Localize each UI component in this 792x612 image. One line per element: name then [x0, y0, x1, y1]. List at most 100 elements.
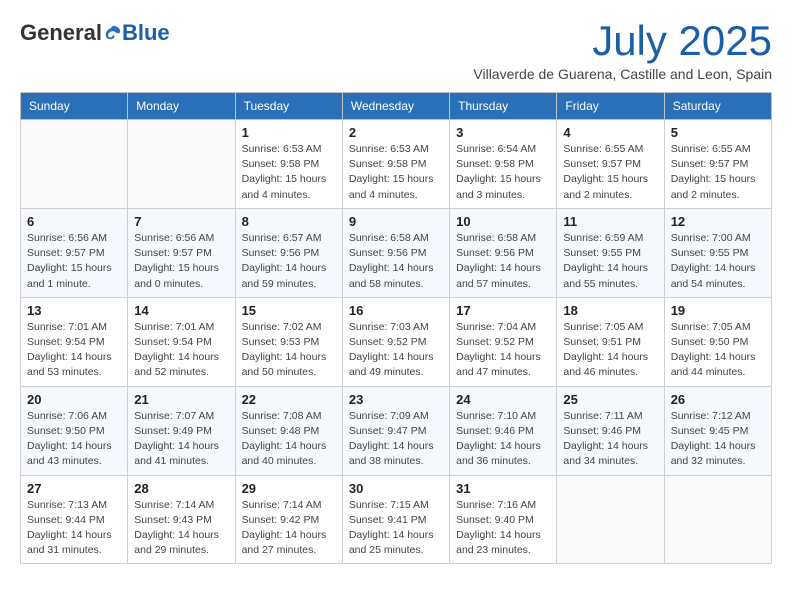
day-info: Sunrise: 6:56 AM Sunset: 9:57 PM Dayligh…	[27, 231, 121, 292]
day-info: Sunrise: 6:58 AM Sunset: 9:56 PM Dayligh…	[456, 231, 550, 292]
day-info: Sunrise: 6:56 AM Sunset: 9:57 PM Dayligh…	[134, 231, 228, 292]
day-number: 19	[671, 303, 765, 318]
day-info: Sunrise: 7:05 AM Sunset: 9:50 PM Dayligh…	[671, 320, 765, 381]
day-info: Sunrise: 7:10 AM Sunset: 9:46 PM Dayligh…	[456, 409, 550, 470]
day-number: 9	[349, 214, 443, 229]
day-number: 18	[563, 303, 657, 318]
logo-blue-text: Blue	[122, 20, 170, 46]
day-info: Sunrise: 7:13 AM Sunset: 9:44 PM Dayligh…	[27, 498, 121, 559]
calendar-cell: 31 Sunrise: 7:16 AM Sunset: 9:40 PM Dayli…	[450, 475, 557, 564]
day-number: 26	[671, 392, 765, 407]
day-number: 7	[134, 214, 228, 229]
calendar-cell: 30Sunrise: 7:15 AM Sunset: 9:41 PM Dayli…	[342, 475, 449, 564]
calendar-cell: 10 Sunrise: 6:58 AM Sunset: 9:56 PM Dayli…	[450, 208, 557, 297]
logo: General Blue	[20, 20, 170, 46]
weekday-header-tuesday: Tuesday	[235, 93, 342, 120]
logo-general-text: General	[20, 20, 102, 46]
weekday-header-wednesday: Wednesday	[342, 93, 449, 120]
calendar-week-row: 27 Sunrise: 7:13 AM Sunset: 9:44 PM Dayli…	[21, 475, 772, 564]
calendar-cell: 1 Sunrise: 6:53 AM Sunset: 9:58 PM Daylig…	[235, 120, 342, 209]
calendar-cell: 3 Sunrise: 6:54 AM Sunset: 9:58 PM Daylig…	[450, 120, 557, 209]
calendar-cell: 19 Sunrise: 7:05 AM Sunset: 9:50 PM Dayli…	[664, 297, 771, 386]
day-number: 14	[134, 303, 228, 318]
calendar-week-row: 13Sunrise: 7:01 AM Sunset: 9:54 PM Dayli…	[21, 297, 772, 386]
day-number: 16	[349, 303, 443, 318]
day-info: Sunrise: 7:04 AM Sunset: 9:52 PM Dayligh…	[456, 320, 550, 381]
day-number: 12	[671, 214, 765, 229]
day-number: 22	[242, 392, 336, 407]
day-info: Sunrise: 6:57 AM Sunset: 9:56 PM Dayligh…	[242, 231, 336, 292]
day-number: 15	[242, 303, 336, 318]
day-info: Sunrise: 6:53 AM Sunset: 9:58 PM Dayligh…	[349, 142, 443, 203]
day-info: Sunrise: 7:07 AM Sunset: 9:49 PM Dayligh…	[134, 409, 228, 470]
day-info: Sunrise: 7:12 AM Sunset: 9:45 PM Dayligh…	[671, 409, 765, 470]
calendar-header-row: SundayMondayTuesdayWednesdayThursdayFrid…	[21, 93, 772, 120]
calendar-table: SundayMondayTuesdayWednesdayThursdayFrid…	[20, 92, 772, 564]
page-header: General Blue July 2025 Villaverde de Gua…	[20, 20, 772, 82]
day-info: Sunrise: 6:55 AM Sunset: 9:57 PM Dayligh…	[563, 142, 657, 203]
day-info: Sunrise: 7:00 AM Sunset: 9:55 PM Dayligh…	[671, 231, 765, 292]
day-info: Sunrise: 7:06 AM Sunset: 9:50 PM Dayligh…	[27, 409, 121, 470]
weekday-header-saturday: Saturday	[664, 93, 771, 120]
location-subtitle: Villaverde de Guarena, Castille and Leon…	[473, 66, 772, 82]
calendar-week-row: 6 Sunrise: 6:56 AM Sunset: 9:57 PM Daylig…	[21, 208, 772, 297]
day-number: 31	[456, 481, 550, 496]
calendar-cell: 18 Sunrise: 7:05 AM Sunset: 9:51 PM Dayli…	[557, 297, 664, 386]
calendar-cell: 8 Sunrise: 6:57 AM Sunset: 9:56 PM Daylig…	[235, 208, 342, 297]
day-info: Sunrise: 7:01 AM Sunset: 9:54 PM Dayligh…	[27, 320, 121, 381]
day-info: Sunrise: 6:55 AM Sunset: 9:57 PM Dayligh…	[671, 142, 765, 203]
day-number: 21	[134, 392, 228, 407]
calendar-cell: 23 Sunrise: 7:09 AM Sunset: 9:47 PM Dayli…	[342, 386, 449, 475]
day-number: 27	[27, 481, 121, 496]
calendar-week-row: 1 Sunrise: 6:53 AM Sunset: 9:58 PM Daylig…	[21, 120, 772, 209]
day-number: 25	[563, 392, 657, 407]
calendar-cell: 14Sunrise: 7:01 AM Sunset: 9:54 PM Dayli…	[128, 297, 235, 386]
day-number: 24	[456, 392, 550, 407]
day-number: 2	[349, 125, 443, 140]
calendar-cell: 25 Sunrise: 7:11 AM Sunset: 9:46 PM Dayli…	[557, 386, 664, 475]
day-info: Sunrise: 6:58 AM Sunset: 9:56 PM Dayligh…	[349, 231, 443, 292]
calendar-cell: 26 Sunrise: 7:12 AM Sunset: 9:45 PM Dayli…	[664, 386, 771, 475]
day-info: Sunrise: 7:08 AM Sunset: 9:48 PM Dayligh…	[242, 409, 336, 470]
day-number: 8	[242, 214, 336, 229]
calendar-cell: 24 Sunrise: 7:10 AM Sunset: 9:46 PM Dayli…	[450, 386, 557, 475]
day-info: Sunrise: 7:14 AM Sunset: 9:42 PM Dayligh…	[242, 498, 336, 559]
calendar-cell: 4 Sunrise: 6:55 AM Sunset: 9:57 PM Daylig…	[557, 120, 664, 209]
calendar-cell: 27 Sunrise: 7:13 AM Sunset: 9:44 PM Dayli…	[21, 475, 128, 564]
day-number: 3	[456, 125, 550, 140]
weekday-header-thursday: Thursday	[450, 93, 557, 120]
calendar-cell	[128, 120, 235, 209]
weekday-header-monday: Monday	[128, 93, 235, 120]
calendar-cell: 17 Sunrise: 7:04 AM Sunset: 9:52 PM Dayli…	[450, 297, 557, 386]
day-info: Sunrise: 6:59 AM Sunset: 9:55 PM Dayligh…	[563, 231, 657, 292]
day-number: 6	[27, 214, 121, 229]
day-number: 11	[563, 214, 657, 229]
day-info: Sunrise: 7:14 AM Sunset: 9:43 PM Dayligh…	[134, 498, 228, 559]
weekday-header-sunday: Sunday	[21, 93, 128, 120]
day-info: Sunrise: 7:02 AM Sunset: 9:53 PM Dayligh…	[242, 320, 336, 381]
day-number: 30	[349, 481, 443, 496]
day-number: 23	[349, 392, 443, 407]
calendar-cell: 16Sunrise: 7:03 AM Sunset: 9:52 PM Dayli…	[342, 297, 449, 386]
calendar-cell: 12 Sunrise: 7:00 AM Sunset: 9:55 PM Dayli…	[664, 208, 771, 297]
day-info: Sunrise: 7:16 AM Sunset: 9:40 PM Dayligh…	[456, 498, 550, 559]
day-number: 28	[134, 481, 228, 496]
calendar-cell: 15 Sunrise: 7:02 AM Sunset: 9:53 PM Dayli…	[235, 297, 342, 386]
day-info: Sunrise: 7:09 AM Sunset: 9:47 PM Dayligh…	[349, 409, 443, 470]
calendar-cell: 5 Sunrise: 6:55 AM Sunset: 9:57 PM Daylig…	[664, 120, 771, 209]
day-info: Sunrise: 6:53 AM Sunset: 9:58 PM Dayligh…	[242, 142, 336, 203]
day-info: Sunrise: 7:11 AM Sunset: 9:46 PM Dayligh…	[563, 409, 657, 470]
day-number: 4	[563, 125, 657, 140]
day-number: 1	[242, 125, 336, 140]
month-year-title: July 2025	[473, 20, 772, 62]
calendar-cell: 28 Sunrise: 7:14 AM Sunset: 9:43 PM Dayli…	[128, 475, 235, 564]
day-info: Sunrise: 6:54 AM Sunset: 9:58 PM Dayligh…	[456, 142, 550, 203]
day-number: 5	[671, 125, 765, 140]
calendar-cell: 9 Sunrise: 6:58 AM Sunset: 9:56 PM Daylig…	[342, 208, 449, 297]
calendar-cell	[557, 475, 664, 564]
day-number: 20	[27, 392, 121, 407]
day-number: 17	[456, 303, 550, 318]
day-number: 10	[456, 214, 550, 229]
calendar-cell: 13Sunrise: 7:01 AM Sunset: 9:54 PM Dayli…	[21, 297, 128, 386]
day-info: Sunrise: 7:05 AM Sunset: 9:51 PM Dayligh…	[563, 320, 657, 381]
